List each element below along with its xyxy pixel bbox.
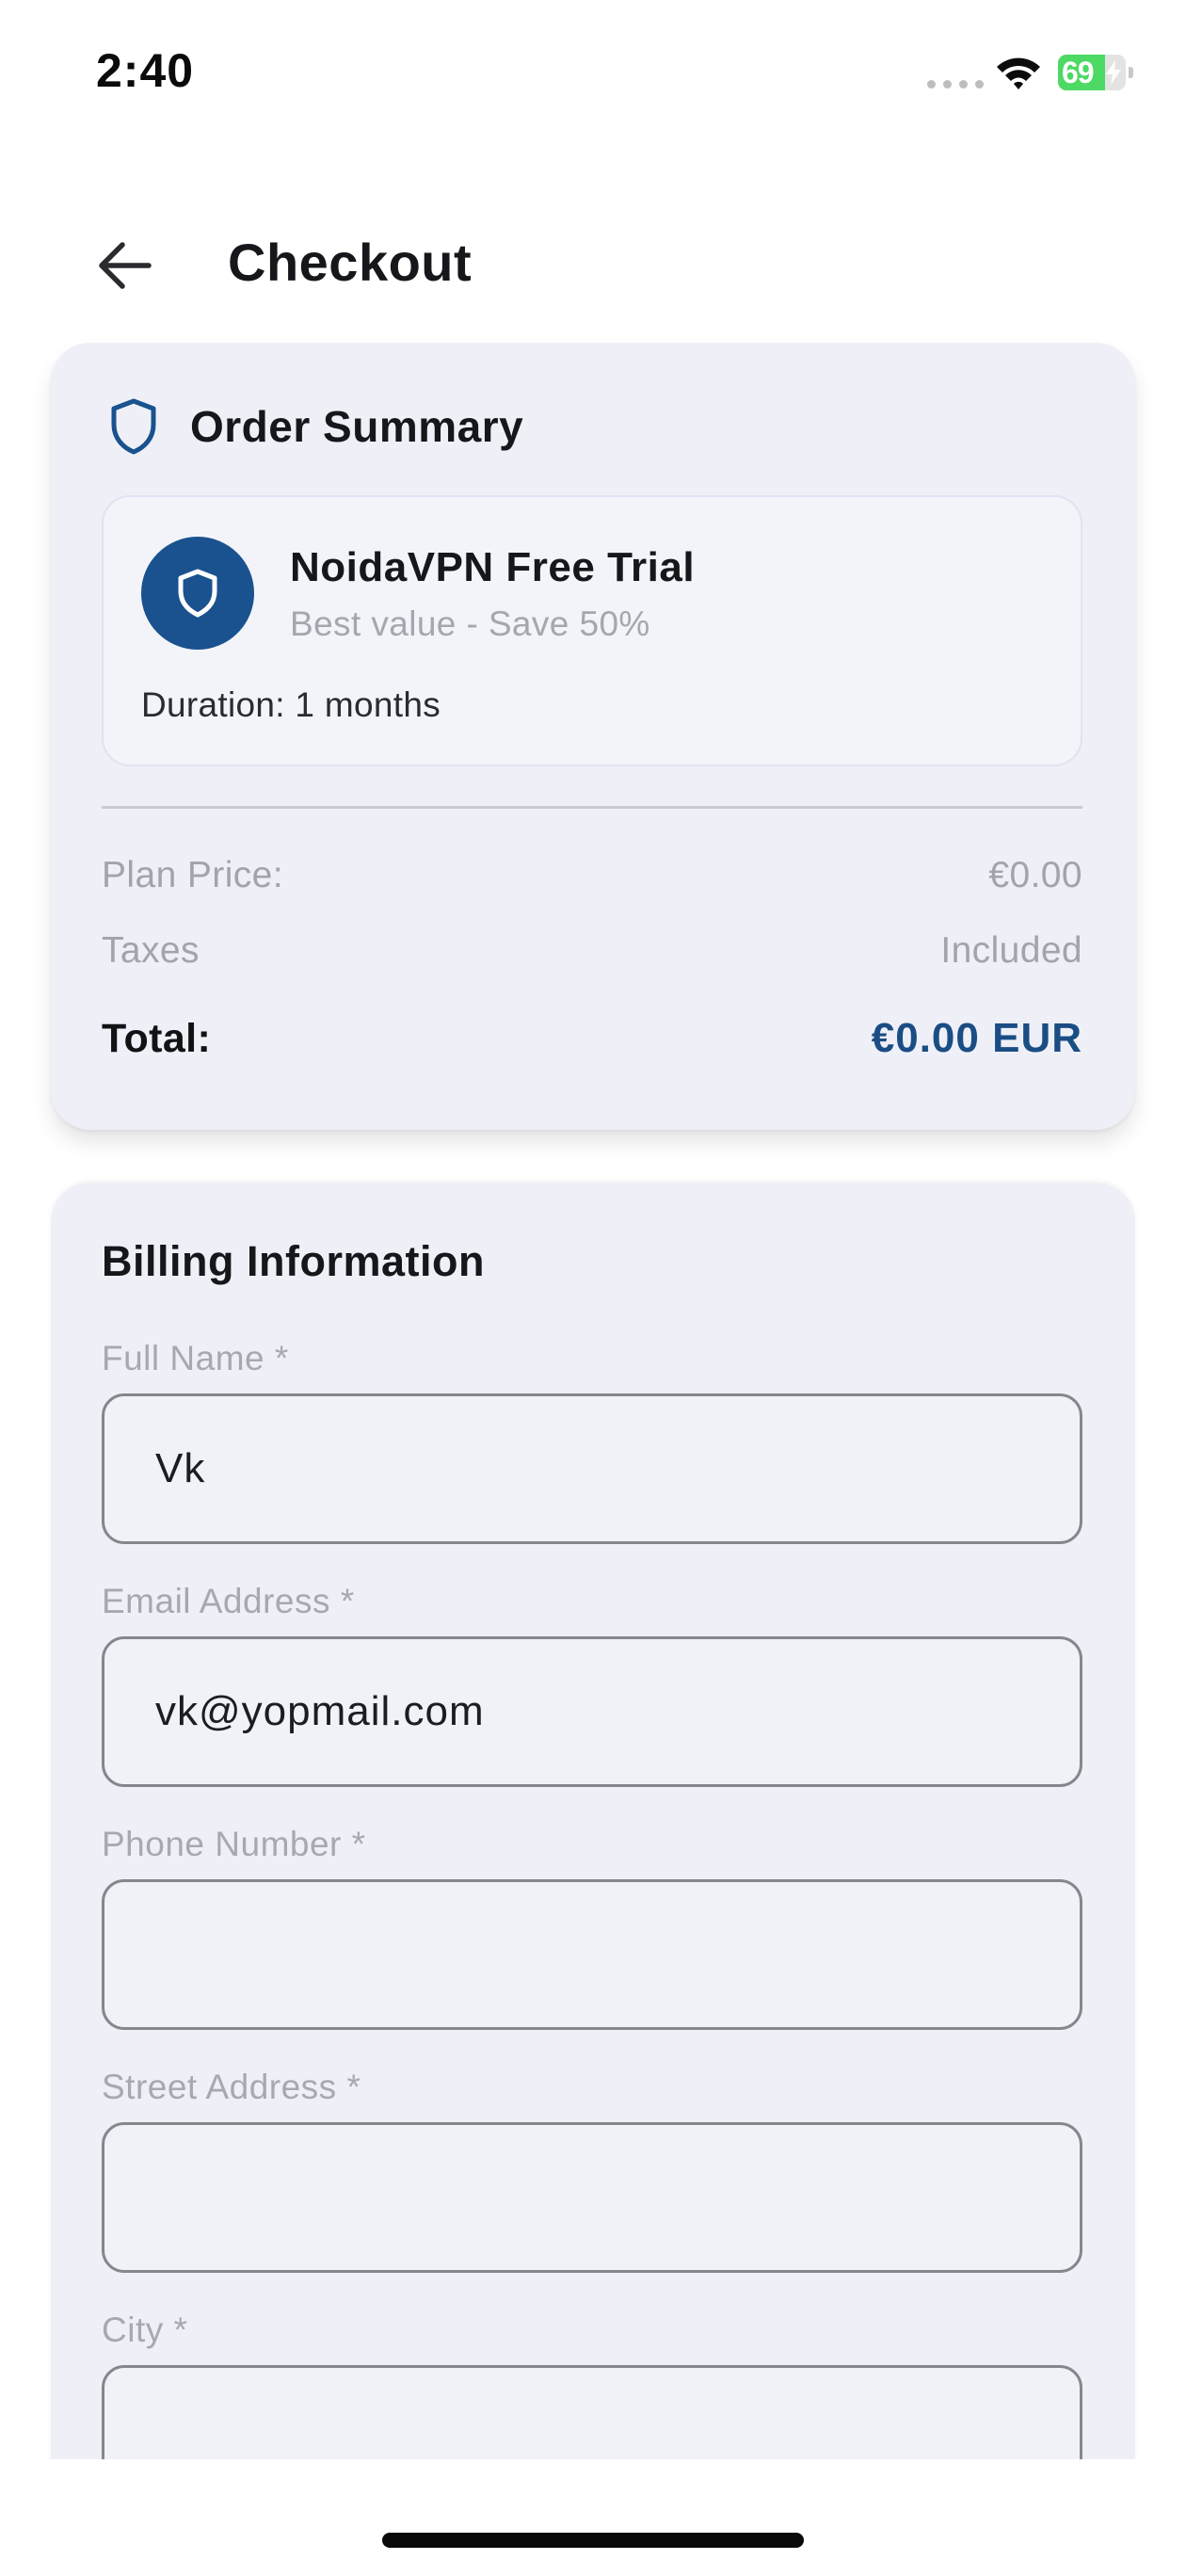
email-address-label: Email Address * (102, 1582, 355, 1620)
street-address-input[interactable] (102, 2122, 1082, 2273)
plan-name: NoidaVPN Free Trial (290, 544, 696, 590)
wifi-icon (997, 57, 1040, 89)
page-title: Checkout (228, 233, 473, 292)
plan-details: NoidaVPN Free Trial Best value - Save 50… (102, 495, 1082, 766)
street-address-label: Street Address * (102, 2068, 361, 2106)
total-value: €0.00 EUR (871, 1015, 1082, 1061)
plan-subtitle: Best value - Save 50% (290, 604, 650, 643)
back-button[interactable] (90, 232, 158, 299)
billing-information-card: Billing Information Full Name * Email Ad… (51, 1183, 1135, 2516)
bottom-safe-area (0, 2459, 1186, 2576)
city-label: City * (102, 2310, 188, 2349)
battery-percent: 69 (1062, 56, 1095, 89)
signal-icon (927, 80, 984, 89)
home-indicator[interactable] (382, 2533, 804, 2548)
full-name-input[interactable] (102, 1393, 1082, 1544)
charging-bolt-icon (1106, 60, 1121, 85)
status-time: 2:40 (96, 44, 195, 97)
battery-icon: 69 (1058, 55, 1133, 90)
divider (102, 806, 1082, 809)
total-row: Total: €0.00 EUR (102, 1015, 1082, 1062)
taxes-row: Taxes Included (102, 930, 1082, 972)
billing-title: Billing Information (102, 1237, 485, 1285)
order-summary-title: Order Summary (190, 402, 524, 451)
taxes-label: Taxes (102, 930, 200, 971)
plan-avatar (141, 537, 254, 650)
email-address-input[interactable] (102, 1636, 1082, 1787)
phone-number-input[interactable] (102, 1879, 1082, 2030)
phone-number-label: Phone Number * (102, 1825, 366, 1863)
plan-price-row: Plan Price: €0.00 (102, 855, 1082, 896)
plan-price-value: €0.00 (988, 855, 1082, 895)
status-bar: 2:40 69 (0, 0, 1186, 141)
order-summary-card: Order Summary NoidaVPN Free Trial Best v… (51, 343, 1135, 1130)
shield-icon (111, 398, 156, 455)
shield-icon (178, 569, 217, 618)
plan-duration: Duration: 1 months (141, 685, 441, 724)
back-arrow-icon (99, 242, 152, 289)
total-label: Total: (102, 1015, 212, 1061)
full-name-label: Full Name * (102, 1339, 289, 1377)
taxes-value: Included (940, 930, 1082, 971)
plan-price-label: Plan Price: (102, 855, 283, 895)
